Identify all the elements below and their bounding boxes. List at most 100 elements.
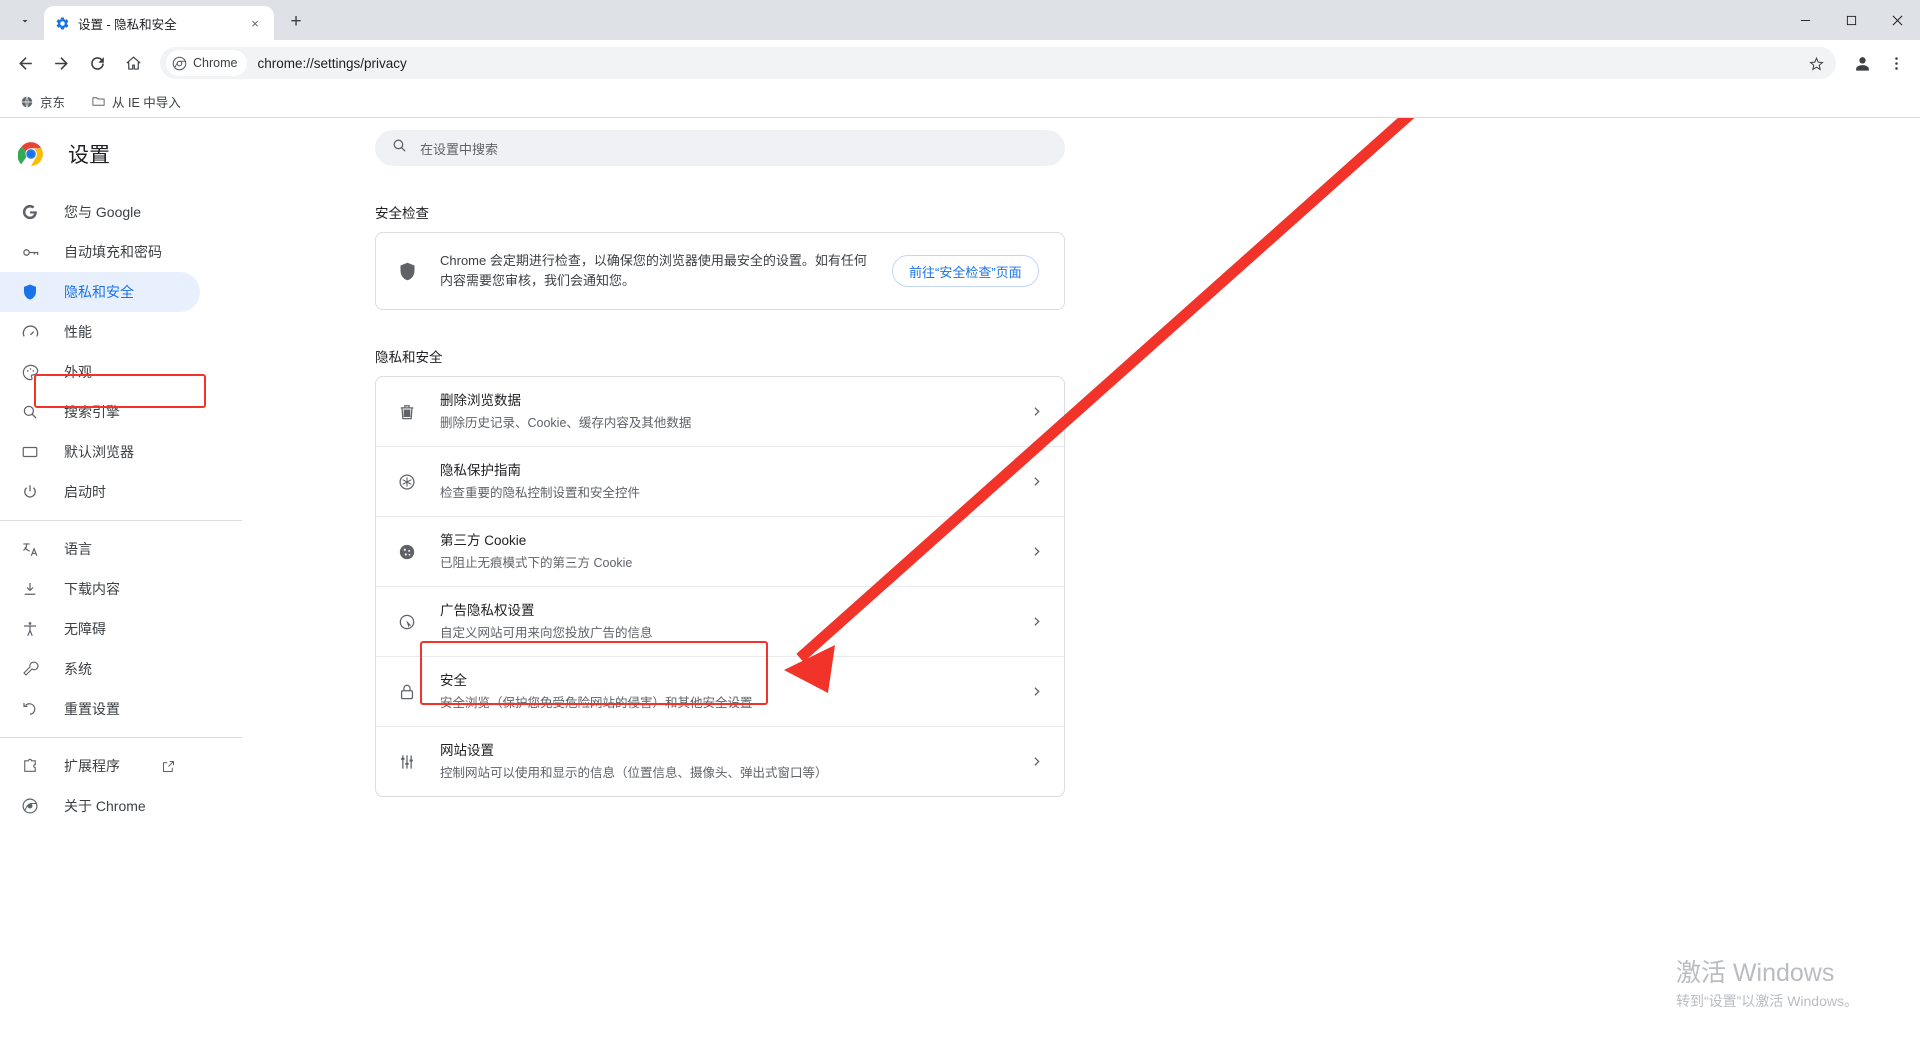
window-close-button[interactable] [1874, 0, 1920, 40]
browser-tab[interactable]: 设置 - 隐私和安全 × [44, 6, 274, 40]
row-texts: 删除浏览数据 删除历史记录、Cookie、缓存内容及其他数据 [440, 391, 1006, 432]
accessibility-icon [20, 619, 40, 639]
sidebar-item-label: 语言 [64, 541, 92, 557]
reload-button[interactable] [80, 46, 114, 80]
sidebar-item-search-engine[interactable]: 搜索引擎 [0, 392, 200, 432]
ad-privacy-icon [396, 611, 418, 633]
site-chip[interactable]: Chrome [166, 50, 248, 76]
safety-check-description: Chrome 会定期进行检查，以确保您的浏览器使用最安全的设置。如有任何内容需要… [440, 253, 867, 289]
row-security[interactable]: 安全 安全浏览（保护您免受危险网站的侵害）和其他安全设置 [376, 656, 1064, 726]
bookmark-folder[interactable]: 从 IE 中导入 [85, 88, 187, 115]
privacy-section-heading: 隐私和安全 [375, 350, 443, 366]
chrome-logo-icon [17, 141, 44, 167]
sidebar-item-appearance[interactable]: 外观 [0, 352, 200, 392]
palette-icon [20, 362, 40, 382]
wrench-icon [20, 659, 40, 679]
sidebar-item-you-and-google[interactable]: 您与 Google [0, 192, 200, 232]
new-tab-button[interactable]: + [282, 8, 310, 36]
row-texts: 第三方 Cookie 已阻止无痕模式下的第三方 Cookie [440, 531, 1006, 572]
row-texts: 网站设置 控制网站可以使用和显示的信息（位置信息、摄像头、弹出式窗口等） [440, 741, 1006, 782]
row-title: 网站设置 [440, 743, 494, 759]
sidebar-item-performance[interactable]: 性能 [0, 312, 200, 352]
chrome-icon [172, 56, 187, 70]
sidebar-group-secondary: 语言 下载内容 无障碍 系统 重置设置 [0, 529, 260, 729]
sidebar-group-primary: 您与 Google 自动填充和密码 隐私和安全 性能 外观 搜索引擎 默认浏览器… [0, 192, 260, 512]
row-third-party-cookies[interactable]: 第三方 Cookie 已阻止无痕模式下的第三方 Cookie [376, 516, 1064, 586]
row-subtitle: 控制网站可以使用和显示的信息（位置信息、摄像头、弹出式窗口等） [440, 765, 828, 780]
minimize-button[interactable] [1782, 0, 1828, 40]
watermark-line-1: 激活 Windows [1675, 958, 1835, 987]
sidebar-item-extensions[interactable]: 扩展程序 [0, 746, 200, 786]
row-ad-privacy[interactable]: 广告隐私权设置 自定义网站可用来向您投放广告的信息 [376, 586, 1064, 656]
row-title: 删除浏览数据 [440, 393, 521, 409]
row-subtitle: 已阻止无痕模式下的第三方 Cookie [440, 555, 633, 570]
sidebar-item-on-startup[interactable]: 启动时 [0, 472, 200, 512]
sidebar-item-label: 自动填充和密码 [64, 244, 162, 260]
window-icon [20, 442, 40, 462]
sidebar-item-label: 默认浏览器 [64, 444, 134, 460]
profile-avatar[interactable] [1846, 47, 1878, 79]
sidebar-item-accessibility[interactable]: 无障碍 [0, 609, 200, 649]
windows-activation-watermark: 激活 Windows 转到“设置”以激活 Windows。 [1676, 957, 1858, 1012]
tab-strip: 设置 - 隐私和安全 × + [0, 0, 1920, 40]
sidebar-item-system[interactable]: 系统 [0, 649, 200, 689]
open-in-new-icon [161, 759, 176, 774]
sidebar-item-privacy-security[interactable]: 隐私和安全 [0, 272, 200, 312]
chevron-right-icon [1028, 755, 1044, 768]
browser-toolbar: Chrome chrome://settings/privacy [0, 40, 1920, 86]
chevron-right-icon [1028, 545, 1044, 558]
cookie-icon [396, 541, 418, 563]
maximize-button[interactable] [1828, 0, 1874, 40]
chrome-menu-button[interactable] [1880, 47, 1912, 79]
sidebar-divider-1 [0, 520, 242, 521]
privacy-settings-card: 删除浏览数据 删除历史记录、Cookie、缓存内容及其他数据 隐私保护指南 检查… [375, 376, 1065, 798]
row-title: 第三方 Cookie [440, 533, 527, 549]
bookmark-item[interactable]: 京东 [14, 88, 71, 115]
folder-icon [92, 97, 105, 106]
watermark-line-2: 转到“设置”以激活 Windows。 [1675, 993, 1858, 1009]
row-subtitle: 自定义网站可用来向您投放广告的信息 [440, 625, 653, 640]
row-delete-browsing-data[interactable]: 删除浏览数据 删除历史记录、Cookie、缓存内容及其他数据 [376, 377, 1064, 446]
sidebar-item-default-browser[interactable]: 默认浏览器 [0, 432, 200, 472]
row-subtitle: 删除历史记录、Cookie、缓存内容及其他数据 [440, 415, 692, 430]
google-g-icon [20, 202, 40, 222]
search-settings-input[interactable]: 在设置中搜索 [375, 130, 1065, 166]
row-title: 安全 [440, 673, 467, 689]
settings-brand: 设置 [0, 124, 260, 184]
chevron-right-icon [1028, 405, 1044, 418]
settings-title: 设置 [68, 144, 110, 167]
tab-search-button[interactable] [8, 6, 42, 36]
address-bar[interactable]: Chrome chrome://settings/privacy [160, 47, 1836, 79]
sidebar-item-label: 隐私和安全 [64, 284, 134, 300]
lock-icon [396, 681, 418, 703]
search-icon [391, 137, 408, 159]
home-button[interactable] [116, 46, 150, 80]
tab-close-icon[interactable]: × [246, 14, 264, 32]
bookmark-star-icon[interactable] [1802, 49, 1830, 77]
sidebar-item-languages[interactable]: 语言 [0, 529, 200, 569]
sidebar-item-label: 启动时 [64, 484, 106, 500]
globe-icon [21, 96, 33, 107]
sidebar-item-autofill[interactable]: 自动填充和密码 [0, 232, 200, 272]
go-to-safety-check-button[interactable]: 前往“安全检查”页面 [892, 255, 1039, 288]
speedometer-icon [20, 322, 40, 342]
chevron-right-icon [1028, 615, 1044, 628]
row-subtitle: 安全浏览（保护您免受危险网站的侵害）和其他安全设置 [440, 695, 753, 710]
row-site-settings[interactable]: 网站设置 控制网站可以使用和显示的信息（位置信息、摄像头、弹出式窗口等） [376, 726, 1064, 796]
sidebar-item-downloads[interactable]: 下载内容 [0, 569, 200, 609]
back-button[interactable] [8, 46, 42, 80]
translate-icon [20, 539, 40, 559]
safety-check-row: Chrome 会定期进行检查，以确保您的浏览器使用最安全的设置。如有任何内容需要… [376, 233, 1064, 309]
chrome-icon [20, 796, 40, 816]
forward-button[interactable] [44, 46, 78, 80]
row-privacy-guide[interactable]: 隐私保护指南 检查重要的隐私控制设置和安全控件 [376, 446, 1064, 516]
sidebar-divider-2 [0, 737, 242, 738]
sidebar-item-label: 性能 [64, 324, 92, 340]
sidebar-item-about-chrome[interactable]: 关于 Chrome [0, 786, 200, 826]
sidebar-item-reset-settings[interactable]: 重置设置 [0, 689, 200, 729]
row-title: 隐私保护指南 [440, 463, 521, 479]
privacy-guide-icon [396, 471, 418, 493]
sidebar-item-label: 无障碍 [64, 621, 106, 637]
settings-sidebar: 设置 您与 Google 自动填充和密码 隐私和安全 性能 外观 搜索引擎 默认… [0, 118, 260, 1039]
chevron-right-icon [1028, 685, 1044, 698]
